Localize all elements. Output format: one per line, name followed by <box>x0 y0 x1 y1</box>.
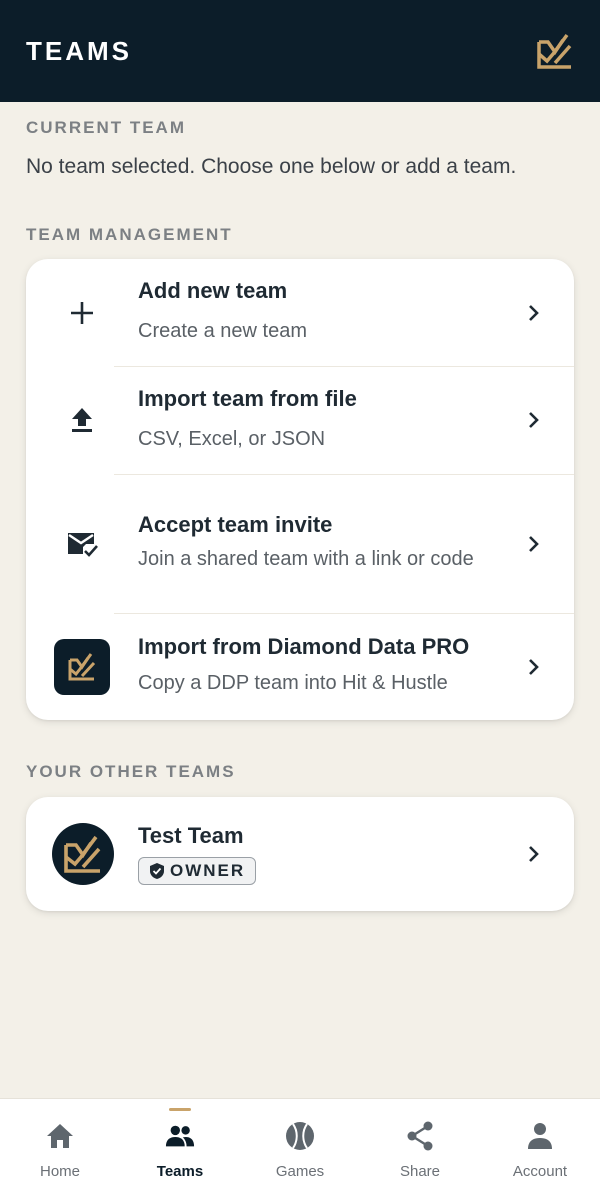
chevron-right-icon <box>524 410 544 430</box>
team-management-label: TEAM MANAGEMENT <box>26 225 233 244</box>
nav-label: Account <box>512 1163 568 1180</box>
row-text: Test Team OWNER <box>138 823 257 885</box>
row-title: Accept team invite <box>138 512 333 537</box>
home-icon <box>45 1121 75 1151</box>
import-team-from-file-button[interactable]: Import team from file CSV, Excel, or JSO… <box>26 366 574 474</box>
row-title: Add new team <box>138 278 288 303</box>
share-icon <box>405 1121 435 1151</box>
chevron-right-icon <box>524 303 544 323</box>
row-text: Accept team invite Join a shared team wi… <box>138 512 474 575</box>
nav-teams[interactable]: Teams <box>120 1099 240 1186</box>
brand-logo-icon[interactable] <box>536 32 574 70</box>
row-text: Import from Diamond Data PRO Copy a DDP … <box>138 634 469 699</box>
row-subtitle: Copy a DDP team into Hit & Hustle <box>138 672 448 694</box>
nav-label: Games <box>275 1163 325 1180</box>
team-avatar <box>52 823 114 885</box>
row-title: Import from Diamond Data PRO <box>138 634 470 659</box>
team-name: Test Team <box>138 823 244 848</box>
team-management-card: Add new team Create a new team Import te… <box>26 259 574 720</box>
app-header: TEAMS <box>0 0 600 102</box>
shield-check-icon <box>150 863 164 879</box>
plus-icon <box>54 285 110 341</box>
row-subtitle: CSV, Excel, or JSON <box>138 427 326 450</box>
other-teams-card: Test Team OWNER <box>26 797 574 911</box>
accept-team-invite-button[interactable]: Accept team invite Join a shared team wi… <box>26 474 574 613</box>
mail-check-icon <box>54 516 110 572</box>
nav-share[interactable]: Share <box>360 1099 480 1186</box>
other-teams-label: YOUR OTHER TEAMS <box>26 762 236 781</box>
ddp-logo-icon <box>54 638 110 695</box>
people-icon <box>165 1121 195 1151</box>
row-subtitle: Create a new team <box>138 320 307 342</box>
role-badge-label: OWNER <box>170 861 246 880</box>
row-subtitle: Join a shared team with a link or code <box>138 548 474 570</box>
add-new-team-button[interactable]: Add new team Create a new team <box>26 259 574 366</box>
current-team-label: CURRENT TEAM <box>26 118 186 137</box>
nav-games[interactable]: Games <box>240 1099 360 1186</box>
chevron-right-icon <box>524 534 544 554</box>
nav-label: Share <box>399 1163 441 1180</box>
page-title: TEAMS <box>26 35 132 66</box>
team-list-item[interactable]: Test Team OWNER <box>26 797 574 911</box>
role-badge: OWNER <box>138 857 257 885</box>
chevron-right-icon <box>524 657 544 677</box>
current-team-message: No team selected. Choose one below or ad… <box>26 155 517 178</box>
active-indicator <box>169 1108 191 1111</box>
nav-account[interactable]: Account <box>480 1099 600 1186</box>
upload-icon <box>54 392 110 448</box>
row-title: Import team from file <box>138 385 357 411</box>
row-text: Import team from file CSV, Excel, or JSO… <box>138 386 357 455</box>
baseball-icon <box>285 1121 315 1151</box>
row-text: Add new team Create a new team <box>138 278 307 347</box>
nav-label: Home <box>39 1163 80 1180</box>
bottom-navigation: Home Teams Games Share Account <box>0 1098 600 1186</box>
chevron-right-icon <box>524 844 544 864</box>
import-from-ddp-button[interactable]: Import from Diamond Data PRO Copy a DDP … <box>26 613 574 720</box>
person-icon <box>525 1121 555 1151</box>
nav-home[interactable]: Home <box>0 1099 120 1186</box>
nav-label: Teams <box>156 1163 204 1180</box>
